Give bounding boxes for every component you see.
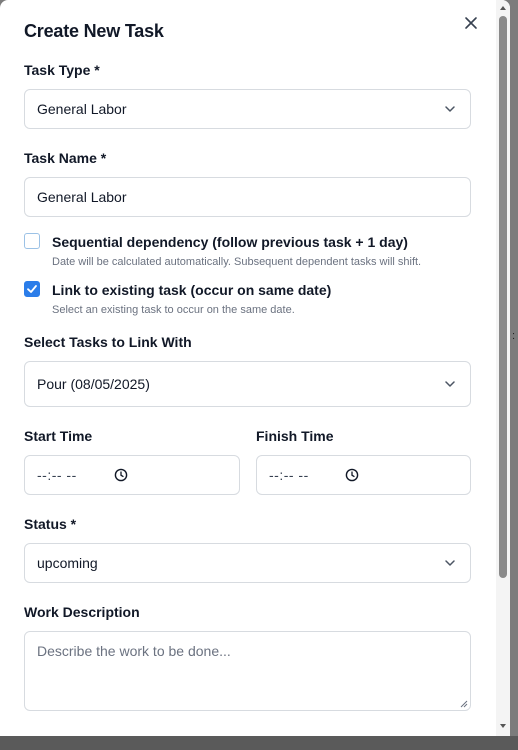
task-name-label: Task Name * bbox=[24, 150, 107, 166]
link-tasks-select[interactable]: Pour (08/05/2025) bbox=[24, 361, 471, 407]
finish-time-label: Finish Time bbox=[256, 428, 334, 444]
chevron-down-icon bbox=[445, 381, 455, 387]
task-type-value: General Labor bbox=[37, 101, 127, 117]
status-label: Status * bbox=[24, 516, 77, 532]
clock-icon[interactable] bbox=[114, 468, 128, 482]
task-type-select[interactable]: General Labor bbox=[24, 89, 471, 129]
scroll-down-icon[interactable] bbox=[499, 722, 507, 730]
chevron-down-icon bbox=[445, 106, 455, 112]
sequential-dependency-label[interactable]: Sequential dependency (follow previous t… bbox=[52, 234, 408, 250]
start-time-label: Start Time bbox=[24, 428, 93, 444]
scrollbar-thumb[interactable] bbox=[499, 16, 507, 578]
status-select[interactable]: upcoming bbox=[24, 543, 471, 583]
start-time-value: --:-- -- bbox=[37, 467, 77, 483]
link-existing-task-label[interactable]: Link to existing task (occur on same dat… bbox=[52, 282, 331, 298]
link-existing-task-checkbox[interactable] bbox=[24, 281, 40, 297]
link-existing-task-help: Select an existing task to occur on the … bbox=[52, 304, 295, 316]
link-tasks-value: Pour (08/05/2025) bbox=[37, 376, 150, 392]
close-button[interactable] bbox=[462, 14, 480, 32]
work-description-textarea[interactable]: Describe the work to be done... bbox=[24, 631, 471, 711]
clock-icon[interactable] bbox=[345, 468, 359, 482]
close-icon bbox=[465, 17, 477, 29]
chevron-down-icon bbox=[445, 560, 455, 566]
sequential-dependency-help: Date will be calculated automatically. S… bbox=[52, 256, 422, 268]
status-value: upcoming bbox=[37, 555, 98, 571]
background-bottom-strip bbox=[0, 736, 518, 750]
finish-time-input[interactable]: --:-- -- bbox=[256, 455, 471, 495]
link-tasks-label: Select Tasks to Link With bbox=[24, 334, 192, 350]
modal-scrollbar[interactable] bbox=[496, 0, 510, 736]
create-task-modal: Create New Task Task Type * General Labo… bbox=[0, 0, 510, 736]
finish-time-value: --:-- -- bbox=[269, 467, 309, 483]
check-icon bbox=[27, 285, 37, 293]
work-description-label: Work Description bbox=[24, 604, 140, 620]
task-name-input[interactable]: General Labor bbox=[24, 177, 471, 217]
work-description-placeholder: Describe the work to be done... bbox=[37, 643, 231, 659]
background-fragment: : bbox=[512, 330, 516, 342]
scroll-up-icon[interactable] bbox=[499, 4, 507, 12]
start-time-input[interactable]: --:-- -- bbox=[24, 455, 240, 495]
modal-title: Create New Task bbox=[24, 21, 164, 41]
sequential-dependency-checkbox[interactable] bbox=[24, 233, 40, 249]
task-name-value: General Labor bbox=[37, 189, 127, 205]
resize-grip-icon[interactable] bbox=[460, 700, 468, 708]
task-type-label: Task Type * bbox=[24, 62, 100, 78]
